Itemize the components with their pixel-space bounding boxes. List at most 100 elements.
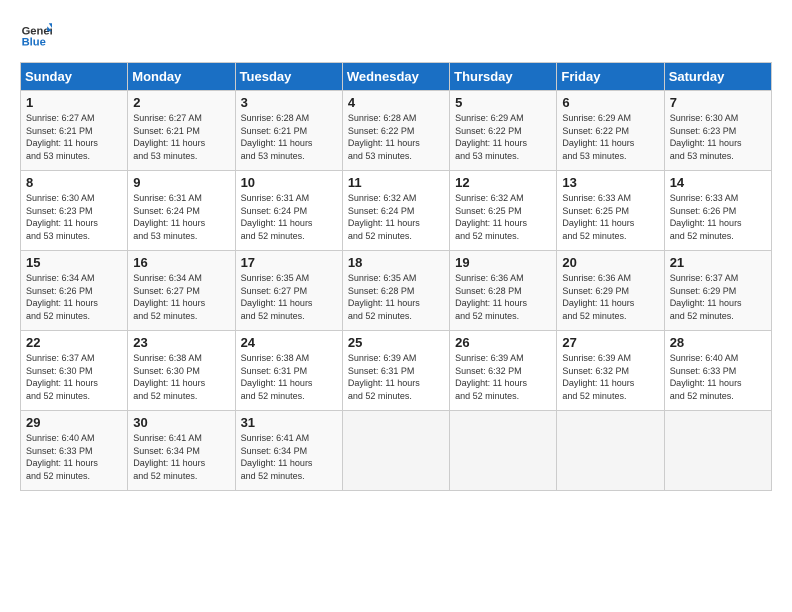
calendar-week-row: 29 Sunrise: 6:40 AM Sunset: 6:33 PM Dayli… xyxy=(21,411,772,491)
calendar-week-row: 8 Sunrise: 6:30 AM Sunset: 6:23 PM Daylig… xyxy=(21,171,772,251)
day-number: 22 xyxy=(26,335,122,350)
day-number: 12 xyxy=(455,175,551,190)
day-info: Sunrise: 6:38 AM Sunset: 6:30 PM Dayligh… xyxy=(133,352,229,402)
calendar-cell: 20Sunrise: 6:36 AM Sunset: 6:29 PM Dayli… xyxy=(557,251,664,331)
calendar-cell: 13 Sunrise: 6:33 AM Sunset: 6:25 PM Dayli… xyxy=(557,171,664,251)
day-info: Sunrise: 6:41 AM Sunset: 6:34 PM Dayligh… xyxy=(133,432,229,482)
calendar-cell xyxy=(664,411,771,491)
calendar-cell: 31 Sunrise: 6:41 AM Sunset: 6:34 PM Dayli… xyxy=(235,411,342,491)
day-number: 2 xyxy=(133,95,229,110)
calendar-week-row: 1 Sunrise: 6:27 AM Sunset: 6:21 PM Daylig… xyxy=(21,91,772,171)
page-header: General Blue xyxy=(20,20,772,52)
day-number: 28 xyxy=(670,335,766,350)
calendar-cell: 12Sunrise: 6:32 AM Sunset: 6:25 PM Dayli… xyxy=(450,171,557,251)
day-number: 27 xyxy=(562,335,658,350)
calendar-table: SundayMondayTuesdayWednesdayThursdayFrid… xyxy=(20,62,772,491)
weekday-header: Friday xyxy=(557,63,664,91)
calendar-week-row: 15 Sunrise: 6:34 AM Sunset: 6:26 PM Dayli… xyxy=(21,251,772,331)
calendar-cell: 15 Sunrise: 6:34 AM Sunset: 6:26 PM Dayli… xyxy=(21,251,128,331)
calendar-cell: 29 Sunrise: 6:40 AM Sunset: 6:33 PM Dayli… xyxy=(21,411,128,491)
logo: General Blue xyxy=(20,20,52,52)
calendar-cell: 26 Sunrise: 6:39 AM Sunset: 6:32 PM Dayli… xyxy=(450,331,557,411)
day-number: 23 xyxy=(133,335,229,350)
calendar-cell: 22 Sunrise: 6:37 AM Sunset: 6:30 PM Dayli… xyxy=(21,331,128,411)
day-info: Sunrise: 6:39 AM Sunset: 6:32 PM Dayligh… xyxy=(455,352,551,402)
day-info: Sunrise: 6:40 AM Sunset: 6:33 PM Dayligh… xyxy=(26,432,122,482)
day-number: 7 xyxy=(670,95,766,110)
day-info: Sunrise: 6:34 AM Sunset: 6:26 PM Dayligh… xyxy=(26,272,122,322)
day-info: Sunrise: 6:28 AM Sunset: 6:22 PM Dayligh… xyxy=(348,112,444,162)
svg-text:Blue: Blue xyxy=(22,37,46,49)
weekday-header: Saturday xyxy=(664,63,771,91)
calendar-cell: 16Sunrise: 6:34 AM Sunset: 6:27 PM Dayli… xyxy=(128,251,235,331)
calendar-cell: 3 Sunrise: 6:28 AM Sunset: 6:21 PM Daylig… xyxy=(235,91,342,171)
day-info: Sunrise: 6:30 AM Sunset: 6:23 PM Dayligh… xyxy=(670,112,766,162)
calendar-header: SundayMondayTuesdayWednesdayThursdayFrid… xyxy=(21,63,772,91)
day-number: 26 xyxy=(455,335,551,350)
calendar-cell: 5 Sunrise: 6:29 AM Sunset: 6:22 PM Daylig… xyxy=(450,91,557,171)
day-info: Sunrise: 6:38 AM Sunset: 6:31 PM Dayligh… xyxy=(241,352,337,402)
day-info: Sunrise: 6:36 AM Sunset: 6:29 PM Dayligh… xyxy=(562,272,658,322)
day-info: Sunrise: 6:27 AM Sunset: 6:21 PM Dayligh… xyxy=(26,112,122,162)
calendar-cell xyxy=(342,411,449,491)
calendar-cell: 19 Sunrise: 6:36 AM Sunset: 6:28 PM Dayli… xyxy=(450,251,557,331)
calendar-cell: 1 Sunrise: 6:27 AM Sunset: 6:21 PM Daylig… xyxy=(21,91,128,171)
calendar-cell xyxy=(450,411,557,491)
weekday-header: Wednesday xyxy=(342,63,449,91)
weekday-header: Tuesday xyxy=(235,63,342,91)
day-number: 14 xyxy=(670,175,766,190)
calendar-cell: 4 Sunrise: 6:28 AM Sunset: 6:22 PM Daylig… xyxy=(342,91,449,171)
calendar-cell xyxy=(557,411,664,491)
day-info: Sunrise: 6:31 AM Sunset: 6:24 PM Dayligh… xyxy=(133,192,229,242)
calendar-week-row: 22 Sunrise: 6:37 AM Sunset: 6:30 PM Dayli… xyxy=(21,331,772,411)
day-info: Sunrise: 6:30 AM Sunset: 6:23 PM Dayligh… xyxy=(26,192,122,242)
day-info: Sunrise: 6:31 AM Sunset: 6:24 PM Dayligh… xyxy=(241,192,337,242)
logo-icon: General Blue xyxy=(20,20,52,52)
day-info: Sunrise: 6:37 AM Sunset: 6:30 PM Dayligh… xyxy=(26,352,122,402)
calendar-cell: 11 Sunrise: 6:32 AM Sunset: 6:24 PM Dayli… xyxy=(342,171,449,251)
calendar-body: 1 Sunrise: 6:27 AM Sunset: 6:21 PM Daylig… xyxy=(21,91,772,491)
calendar-cell: 25Sunrise: 6:39 AM Sunset: 6:31 PM Dayli… xyxy=(342,331,449,411)
calendar-cell: 23 Sunrise: 6:38 AM Sunset: 6:30 PM Dayli… xyxy=(128,331,235,411)
day-info: Sunrise: 6:29 AM Sunset: 6:22 PM Dayligh… xyxy=(455,112,551,162)
day-number: 1 xyxy=(26,95,122,110)
day-info: Sunrise: 6:36 AM Sunset: 6:28 PM Dayligh… xyxy=(455,272,551,322)
day-number: 10 xyxy=(241,175,337,190)
day-number: 25 xyxy=(348,335,444,350)
day-number: 19 xyxy=(455,255,551,270)
day-number: 6 xyxy=(562,95,658,110)
day-info: Sunrise: 6:39 AM Sunset: 6:32 PM Dayligh… xyxy=(562,352,658,402)
calendar-cell: 14 Sunrise: 6:33 AM Sunset: 6:26 PM Dayli… xyxy=(664,171,771,251)
day-number: 31 xyxy=(241,415,337,430)
day-number: 9 xyxy=(133,175,229,190)
day-number: 17 xyxy=(241,255,337,270)
day-info: Sunrise: 6:29 AM Sunset: 6:22 PM Dayligh… xyxy=(562,112,658,162)
day-number: 13 xyxy=(562,175,658,190)
day-info: Sunrise: 6:33 AM Sunset: 6:25 PM Dayligh… xyxy=(562,192,658,242)
calendar-cell: 10 Sunrise: 6:31 AM Sunset: 6:24 PM Dayli… xyxy=(235,171,342,251)
calendar-cell: 27 Sunrise: 6:39 AM Sunset: 6:32 PM Dayli… xyxy=(557,331,664,411)
calendar-cell: 28 Sunrise: 6:40 AM Sunset: 6:33 PM Dayli… xyxy=(664,331,771,411)
calendar-cell: 2Sunrise: 6:27 AM Sunset: 6:21 PM Daylig… xyxy=(128,91,235,171)
calendar-cell: 8 Sunrise: 6:30 AM Sunset: 6:23 PM Daylig… xyxy=(21,171,128,251)
day-info: Sunrise: 6:40 AM Sunset: 6:33 PM Dayligh… xyxy=(670,352,766,402)
day-number: 11 xyxy=(348,175,444,190)
day-info: Sunrise: 6:32 AM Sunset: 6:24 PM Dayligh… xyxy=(348,192,444,242)
day-info: Sunrise: 6:35 AM Sunset: 6:28 PM Dayligh… xyxy=(348,272,444,322)
day-number: 4 xyxy=(348,95,444,110)
day-number: 5 xyxy=(455,95,551,110)
day-info: Sunrise: 6:28 AM Sunset: 6:21 PM Dayligh… xyxy=(241,112,337,162)
day-number: 21 xyxy=(670,255,766,270)
day-number: 3 xyxy=(241,95,337,110)
day-info: Sunrise: 6:34 AM Sunset: 6:27 PM Dayligh… xyxy=(133,272,229,322)
day-number: 8 xyxy=(26,175,122,190)
day-info: Sunrise: 6:41 AM Sunset: 6:34 PM Dayligh… xyxy=(241,432,337,482)
weekday-header: Sunday xyxy=(21,63,128,91)
calendar-cell: 17Sunrise: 6:35 AM Sunset: 6:27 PM Dayli… xyxy=(235,251,342,331)
day-number: 29 xyxy=(26,415,122,430)
calendar-cell: 24Sunrise: 6:38 AM Sunset: 6:31 PM Dayli… xyxy=(235,331,342,411)
day-number: 15 xyxy=(26,255,122,270)
day-info: Sunrise: 6:37 AM Sunset: 6:29 PM Dayligh… xyxy=(670,272,766,322)
calendar-cell: 18Sunrise: 6:35 AM Sunset: 6:28 PM Dayli… xyxy=(342,251,449,331)
day-info: Sunrise: 6:33 AM Sunset: 6:26 PM Dayligh… xyxy=(670,192,766,242)
